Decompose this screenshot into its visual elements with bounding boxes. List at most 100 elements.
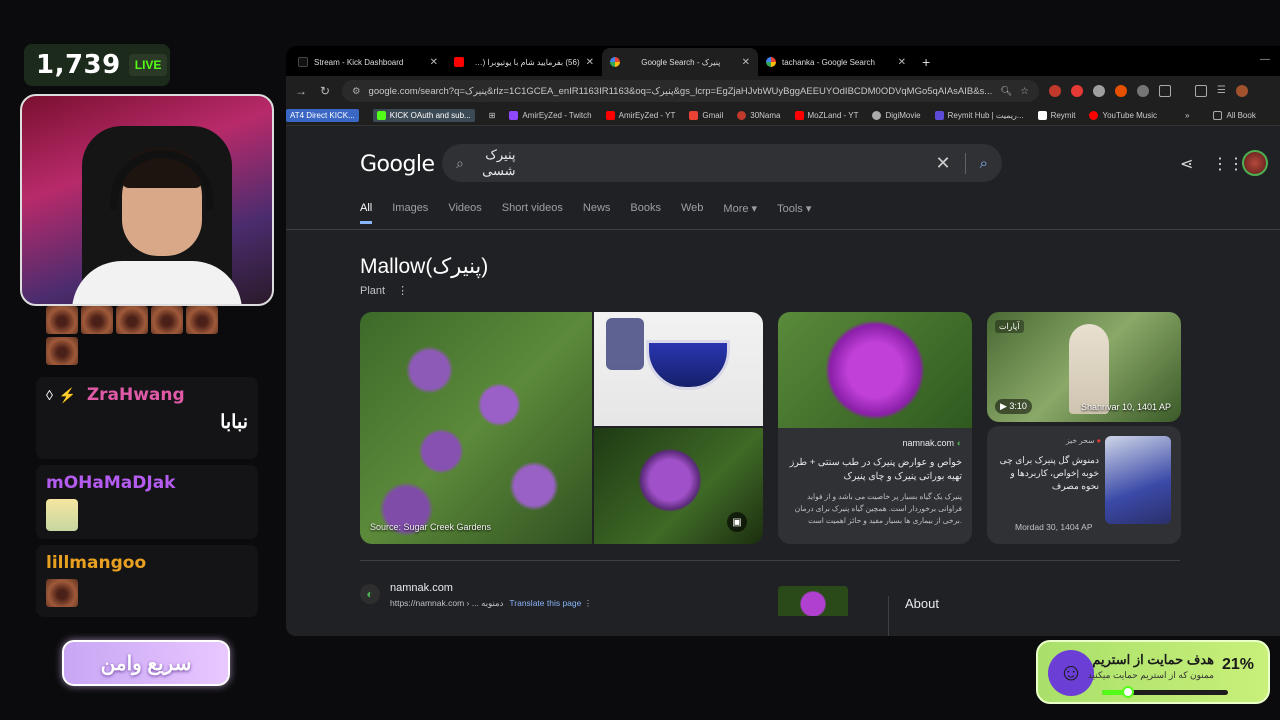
search-icon[interactable]: 🔍︎ [1000,86,1012,97]
mallow-flower-image[interactable]: ▣ [594,428,763,544]
image-source: Source: Sugar Creek Gardens [370,522,492,532]
mallow-image[interactable]: Source: Sugar Creek Gardens [360,312,592,544]
bookmark-item[interactable]: MoZLand - YT [794,111,858,120]
address-bar[interactable]: ⚙ google.com/search?q=پنیرک&rlz=1C1GCEA_… [342,80,1039,102]
extension-icon[interactable] [1136,85,1149,97]
tab-videos[interactable]: Videos [448,202,481,224]
chat-message: lillmangoo [36,545,258,617]
close-icon[interactable]: ✕ [586,57,594,68]
video-card[interactable]: آپارات ▶ 3:10 Shahrivar 10, 1401 AP [987,312,1181,422]
article-thumbnail [778,312,972,428]
omnibar: → ↻ ⚙ google.com/search?q=پنیرک&rlz=1C1G… [286,76,1280,106]
article-date: Mordad 30, 1404 AP [1015,522,1093,532]
emote-icon [46,579,78,607]
chat-username[interactable]: ZraHwang [87,385,185,405]
kick-icon [298,57,308,67]
tab-all[interactable]: All [360,202,373,224]
close-icon[interactable]: ✕ [898,57,906,68]
tab-tools[interactable]: Tools ▾ [777,202,811,224]
puzzle-icon[interactable] [1158,85,1171,97]
apps-icon[interactable]: ⋮⋮ [1212,154,1244,174]
close-icon[interactable]: ✕ [430,57,438,68]
extension-icon[interactable] [1070,85,1083,97]
search-input[interactable]: پنیرک شسی [464,147,936,179]
browser-tab-active[interactable]: Google Search - پنیرک ✕ [602,48,758,76]
close-icon[interactable]: ✕ [742,57,750,68]
emote-icon [151,306,183,334]
bookmark-item[interactable]: 30Nama [737,111,781,120]
sticker-icon [46,499,78,531]
google-logo[interactable]: Google [360,152,435,177]
tab-books[interactable]: Books [630,202,661,224]
bookmarks-bar: AT4 Direct KICK... KICK OAuth and sub...… [286,106,1280,126]
chat-badges: ◊ ⚡ [46,387,76,404]
chevron-right-icon[interactable]: » [1185,111,1189,120]
apps-grid-icon[interactable]: ⊞ [489,111,496,120]
forward-icon[interactable]: → [294,84,308,98]
search-icon: ⌕ [456,154,464,171]
bookmark-item[interactable]: AmirEyZed - Twitch [509,111,592,120]
result-site[interactable]: namnak.com [390,582,453,594]
bookmark-item[interactable]: AT4 Direct KICK... [286,109,359,122]
namnak-icon: ◐ [360,584,380,604]
bookmark-item[interactable]: Reymit [1037,111,1075,120]
bookmark-item[interactable]: DigiMovie [872,111,921,120]
emote-icon [116,306,148,334]
tab-short-videos[interactable]: Short videos [502,202,563,224]
menu-icon[interactable]: ☰ [1217,85,1226,97]
browser-tab[interactable]: (56) بفرمایید شام با یوتیوبرا (سری ✕ [446,48,602,76]
more-options-icon: ⋮ [583,598,593,608]
clear-icon[interactable]: ✕ [936,152,966,174]
star-icon[interactable]: ☆ [1020,86,1029,97]
sponsor-button[interactable]: سریع وامن [62,640,230,686]
extension-icon[interactable] [1048,85,1061,97]
video-date: Shahrivar 10, 1401 AP [1080,402,1171,412]
tab-images[interactable]: Images [392,202,428,224]
minimize-icon[interactable]: — [1260,54,1270,65]
tab-news[interactable]: News [583,202,611,224]
bookmark-item[interactable]: YouTube Music [1089,111,1157,120]
translate-link[interactable]: Translate this page [509,598,581,608]
sidebar-icon[interactable] [1194,85,1207,97]
mallow-tea-image[interactable] [594,312,763,426]
new-tab-icon[interactable]: + [914,54,938,76]
video-thumbnail [1069,324,1109,414]
bookmark-item[interactable]: Gmail [689,111,723,120]
chat-username[interactable]: lillmangoo [46,553,146,573]
about-heading: About [888,596,939,636]
result-thumbnail[interactable] [778,586,848,616]
bookmark-item[interactable]: KICK OAuth and sub... [372,109,475,122]
article-card-2[interactable]: سحر خیز ● دمنوش گل پنیرک برای چی خوبه |خ… [987,426,1181,544]
chat-message: ◊ ⚡ ZraHwang نبابا [36,377,258,459]
article-card[interactable]: namnak.com ◐ خواص و عوارض پنیرک در طب سن… [778,312,972,544]
divider [360,560,1180,561]
browser-tab[interactable]: Stream - Kick Dashboard ✕ [290,48,446,76]
article-title: خواص و عوارض پنیرک در طب سنتی + طرز تهیه… [789,457,962,483]
tab-strip: Stream - Kick Dashboard ✕ (56) بفرمایید … [286,46,1280,76]
emote-icon [46,306,78,334]
goal-subtitle: ممنون که از استریم حمایت میکنید [1087,670,1214,680]
viewer-counter: 1,739 LIVE [24,44,170,86]
tab-web[interactable]: Web [681,202,703,224]
donation-goal: ☺ هدف حمایت از استریم ممنون که از استریم… [1036,640,1270,704]
reload-icon[interactable]: ↻ [318,84,332,98]
knowledge-panel-title: Mallow(پنیرک) [360,255,489,278]
bookmark-item[interactable]: All Book [1213,111,1256,120]
search-tabs: All Images Videos Short videos News Book… [360,202,811,224]
account-avatar[interactable] [1242,150,1268,176]
chat-username[interactable]: mOHaMaDJak [46,473,175,493]
article-site: namnak.com ◐ [902,438,962,448]
tab-more[interactable]: More ▾ [723,202,757,224]
bookmark-item[interactable]: Reymit Hub | ریمیت... [934,111,1024,120]
search-box[interactable]: ⌕ پنیرک شسی ✕ ⌕ [442,144,1002,182]
share-icon[interactable]: ⋖ [1180,154,1193,174]
search-submit-icon[interactable]: ⌕ [980,155,988,172]
extension-icon[interactable] [1114,85,1127,97]
more-options-icon[interactable]: ⋮ [397,285,408,297]
browser-tab[interactable]: tachanka - Google Search ✕ [758,48,914,76]
profile-icon[interactable] [1235,85,1248,97]
shield-icon[interactable] [1092,85,1105,97]
image-gallery-icon[interactable]: ▣ [727,512,747,532]
site-info-icon[interactable]: ⚙ [352,86,361,97]
bookmark-item[interactable]: AmirEyZed - YT [605,111,675,120]
